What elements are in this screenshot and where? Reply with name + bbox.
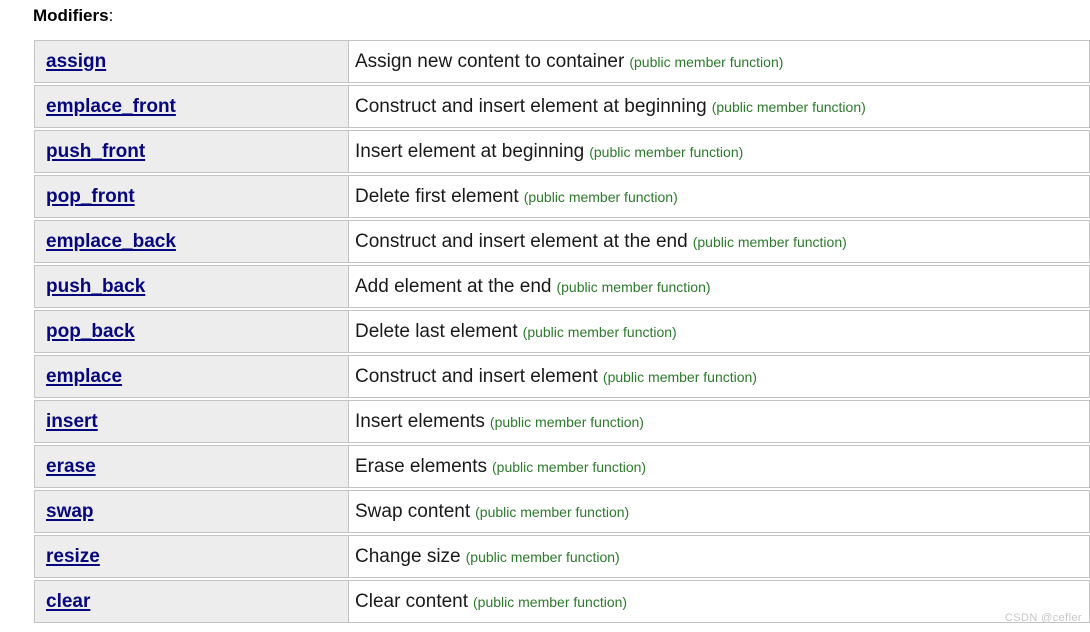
table-row: resize Change size (public member function… bbox=[34, 535, 1090, 578]
function-name-cell: push_back bbox=[34, 265, 348, 308]
description-cell: Add element at the end (public member fun… bbox=[348, 265, 1090, 308]
watermark: CSDN @cefler bbox=[1004, 612, 1082, 624]
description-text: Assign new content to container bbox=[355, 50, 625, 72]
section-heading-colon: : bbox=[108, 6, 114, 25]
table-row: push_back Add element at the end (public m… bbox=[34, 265, 1090, 308]
description-cell: Clear content (public member function) bbox=[348, 580, 1090, 623]
function-name-cell: clear bbox=[34, 580, 348, 623]
description-note: (public member function) bbox=[475, 503, 630, 520]
function-name-cell: emplace_back bbox=[34, 220, 348, 263]
section-heading-text: Modifiers bbox=[33, 6, 109, 25]
description-cell: Insert element at beginning (public membe… bbox=[348, 130, 1090, 173]
description-text: Delete last element bbox=[355, 320, 518, 342]
description-note: (public member function) bbox=[711, 98, 866, 115]
function-name-cell: swap bbox=[34, 490, 348, 533]
table-row: emplace_front Construct and insert elemen… bbox=[34, 85, 1090, 128]
description-cell: Change size (public member function) bbox=[348, 535, 1090, 578]
function-name-cell: pop_back bbox=[34, 310, 348, 353]
table-body: assign Assign new content to container (pu… bbox=[34, 40, 1090, 623]
description-cell: Construct and insert element at the end(… bbox=[348, 220, 1090, 263]
description-cell: Delete first element (public member funct… bbox=[348, 175, 1090, 218]
description-text: Change size bbox=[355, 545, 461, 567]
description-cell: Assign new content to container (public m… bbox=[348, 40, 1090, 83]
function-link[interactable]: pop_back bbox=[46, 321, 135, 342]
function-link[interactable]: emplace_back bbox=[46, 231, 176, 252]
description-cell: Insert elements (public member function) bbox=[348, 400, 1090, 443]
description-text: Construct and insert element bbox=[355, 365, 598, 387]
function-name-cell: pop_front bbox=[34, 175, 348, 218]
member-function-table: assign Assign new content to container (pu… bbox=[34, 38, 1090, 625]
function-name-cell: assign bbox=[34, 40, 348, 83]
description-cell: Delete last element (public member functi… bbox=[348, 310, 1090, 353]
description-text: Add element at the end bbox=[355, 275, 552, 297]
description-text: Insert elements bbox=[355, 410, 485, 432]
function-name-cell: resize bbox=[34, 535, 348, 578]
description-note: (public member function) bbox=[523, 188, 678, 205]
function-link[interactable]: erase bbox=[46, 456, 96, 477]
description-cell: Swap content (public member function) bbox=[348, 490, 1090, 533]
description-cell: Construct and insert element (public memb… bbox=[348, 355, 1090, 398]
table-row: pop_back Delete last element (public membe… bbox=[34, 310, 1090, 353]
description-note: (public member function) bbox=[465, 548, 620, 565]
function-link[interactable]: insert bbox=[46, 411, 98, 432]
table-row: push_front Insert element at beginning (pu… bbox=[34, 130, 1090, 173]
table-row: swap Swap content (public member function) bbox=[34, 490, 1090, 533]
description-text: Delete first element bbox=[355, 185, 519, 207]
function-link[interactable]: emplace_front bbox=[46, 96, 176, 117]
description-text: Insert element at beginning bbox=[355, 140, 585, 162]
description-note: (public member function) bbox=[489, 413, 644, 430]
description-note: (public member function) bbox=[522, 323, 677, 340]
function-link[interactable]: clear bbox=[46, 591, 90, 612]
description-note: (public member function) bbox=[492, 458, 647, 475]
table-row: assign Assign new content to container (pu… bbox=[34, 40, 1090, 83]
description-text: Erase elements bbox=[355, 455, 488, 477]
table-row: pop_front Delete first element (public mem… bbox=[34, 175, 1090, 218]
description-text: Construct and insert element at the end bbox=[355, 230, 688, 252]
table-row: emplace_back Construct and insert element… bbox=[34, 220, 1090, 263]
description-note: (public member function) bbox=[692, 233, 847, 250]
description-note: (public member function) bbox=[473, 593, 628, 610]
page-root: Modifiers: assign Assign new content to c… bbox=[0, 0, 1090, 632]
function-name-cell: emplace_front bbox=[34, 85, 348, 128]
description-text: Swap content bbox=[355, 500, 471, 522]
function-link[interactable]: pop_front bbox=[46, 186, 135, 207]
function-link[interactable]: emplace bbox=[46, 366, 122, 387]
function-link[interactable]: assign bbox=[46, 51, 106, 72]
description-text: Clear content bbox=[355, 590, 469, 612]
description-note: (public member function) bbox=[629, 53, 784, 70]
function-link[interactable]: swap bbox=[46, 501, 94, 522]
function-link[interactable]: push_front bbox=[46, 141, 145, 162]
function-link[interactable]: resize bbox=[46, 546, 100, 567]
function-link[interactable]: push_back bbox=[46, 276, 145, 297]
description-cell: Construct and insert element at beginnin… bbox=[348, 85, 1090, 128]
table-row: clear Clear content (public member functio… bbox=[34, 580, 1090, 623]
function-name-cell: emplace bbox=[34, 355, 348, 398]
description-cell: Erase elements (public member function) bbox=[348, 445, 1090, 488]
page-title: Modifiers: bbox=[33, 6, 113, 26]
function-name-cell: insert bbox=[34, 400, 348, 443]
table-row: emplace Construct and insert element (publ… bbox=[34, 355, 1090, 398]
description-note: (public member function) bbox=[589, 143, 744, 160]
table-row: insert Insert elements (public member func… bbox=[34, 400, 1090, 443]
table-row: erase Erase elements (public member functi… bbox=[34, 445, 1090, 488]
function-name-cell: push_front bbox=[34, 130, 348, 173]
function-name-cell: erase bbox=[34, 445, 348, 488]
description-text: Construct and insert element at beginnin… bbox=[355, 95, 707, 117]
description-note: (public member function) bbox=[556, 278, 711, 295]
description-note: (public member function) bbox=[602, 368, 757, 385]
